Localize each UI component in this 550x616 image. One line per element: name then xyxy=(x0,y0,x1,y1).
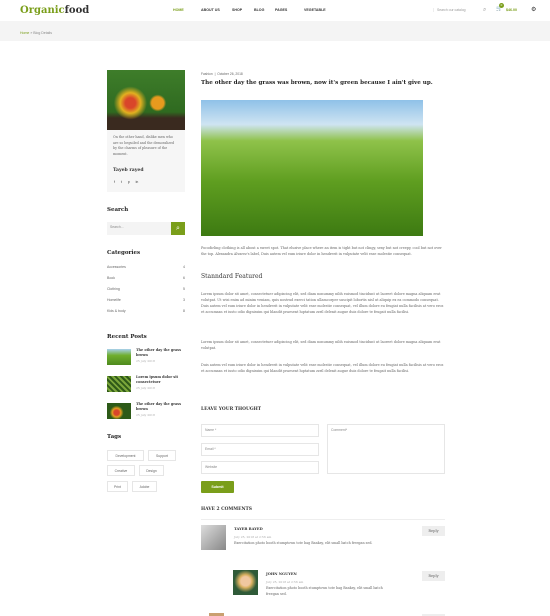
cart-total: $46.00 xyxy=(506,8,517,12)
logo[interactable]: Organicfood xyxy=(20,5,89,16)
divider xyxy=(201,519,445,520)
recent-post-thumb[interactable] xyxy=(107,403,131,419)
tag[interactable]: Design xyxy=(139,465,164,476)
search-title: Search xyxy=(107,207,129,213)
breadcrumb-band xyxy=(0,21,550,41)
category-item[interactable]: Homelife 3 xyxy=(107,298,185,309)
website-field[interactable]: Website xyxy=(201,461,319,474)
breadcrumb: Home » Blog Details xyxy=(20,31,52,35)
comment-text: Exercitation photo booth stumptown tote … xyxy=(234,541,373,545)
reply-button[interactable]: Reply xyxy=(422,526,445,536)
settings-icon[interactable]: ⚙ xyxy=(531,6,536,13)
post-featured-image xyxy=(201,100,423,236)
nav-pages[interactable]: PAGES xyxy=(275,8,287,12)
post-meta: Fashion | October 26, 2018 xyxy=(201,72,243,76)
author-image xyxy=(107,70,185,130)
category-item[interactable]: Clothing 5 xyxy=(107,287,185,298)
commenter-name: TAYEB RAYED xyxy=(234,527,263,531)
site-header: Organicfood HOME ABOUT US SHOP BLOG PAGE… xyxy=(0,0,550,21)
recent-post-date: 25 july 2018 xyxy=(136,359,155,363)
comment-text: Exercitation photo booth stumptown tote … xyxy=(266,586,383,596)
category-item[interactable]: Accessories 4 xyxy=(107,265,185,276)
pinterest-icon: p xyxy=(127,180,130,184)
recent-post-title[interactable]: Lorem ipsum dolor sit consectetuer xyxy=(136,375,186,385)
email-field[interactable]: Email * xyxy=(201,443,319,456)
comments-title: HAVE 2 COMMENTS xyxy=(201,507,252,512)
tag[interactable]: Creative xyxy=(107,465,135,476)
commenter-avatar xyxy=(201,525,226,550)
categories-title: Categories xyxy=(107,250,141,256)
search-button[interactable]: ⌕ xyxy=(171,222,185,235)
post-category[interactable]: Fashion xyxy=(201,72,213,76)
cart-count: 0 xyxy=(499,3,504,8)
social-icons[interactable]: f t p in xyxy=(114,180,138,184)
recent-posts-title: Recent Posts xyxy=(107,334,147,340)
post-paragraph: Lorem ipsum dolor sit amet, consectetuer… xyxy=(201,340,441,350)
comment-date: July 25, 2018 at 2:56 am xyxy=(266,580,304,584)
post-paragraph: Duis autem vel eum iriure dolor in hendr… xyxy=(201,363,444,373)
post-subheading: Stanndard Featured xyxy=(201,273,263,280)
twitter-icon: t xyxy=(120,180,122,184)
post-paragraph: Lorem ipsum dolor sit amet, consectetuer… xyxy=(201,292,444,314)
post-intro: Pocodirling clothing is all about a swee… xyxy=(201,246,442,256)
tag[interactable]: Support xyxy=(148,450,176,461)
linkedin-icon: in xyxy=(135,180,139,184)
recent-post-thumb[interactable] xyxy=(107,376,131,392)
recent-post-date: 25 july 2018 xyxy=(136,386,155,390)
category-item[interactable]: Kids & body 8 xyxy=(107,309,185,320)
author-bio: On the other hand, dislike men who are s… xyxy=(113,135,175,156)
nav-blog[interactable]: BLOG xyxy=(254,8,264,12)
form-title: LEAVE YOUR THOUGHT xyxy=(201,407,262,412)
sidebar-search-input[interactable]: Search... xyxy=(107,222,171,235)
comment-field[interactable]: Comment* xyxy=(327,424,445,474)
recent-post-title[interactable]: The other day the grass brown xyxy=(136,402,186,412)
submit-button[interactable]: Submit xyxy=(201,481,234,493)
recent-post-thumb[interactable] xyxy=(107,349,131,365)
post-date: October 26, 2018 xyxy=(217,72,243,76)
facebook-icon: f xyxy=(114,180,115,184)
tag[interactable]: Print xyxy=(107,481,128,492)
commenter-name: JOHN NGUYEN xyxy=(266,572,297,576)
reply-button[interactable]: Reply xyxy=(422,571,445,581)
nav-about[interactable]: ABOUT US xyxy=(201,8,220,12)
recent-post-date: 25 july 2018 xyxy=(136,413,155,417)
tags-title: Tags xyxy=(107,434,122,440)
search-icon[interactable]: ⌕ xyxy=(483,6,486,14)
categories-list: Accessories 4 Book 6 Clothing 5 Homelife 3 K… xyxy=(107,265,185,320)
category-item[interactable]: Book 6 xyxy=(107,276,185,287)
nav-home[interactable]: HOME xyxy=(173,8,184,12)
post-title: The other day the grass was brown, now i… xyxy=(201,80,433,86)
comment-date: July 25, 2018 at 2:56 am xyxy=(234,535,272,539)
recent-post-title[interactable]: The other day the grass brown xyxy=(136,348,186,358)
tag[interactable]: Adobe xyxy=(132,481,157,492)
search-input[interactable]: Search our catalog xyxy=(433,8,465,12)
commenter-avatar xyxy=(233,570,258,595)
author-name: Tayeb rayed xyxy=(113,168,144,173)
nav-shop[interactable]: SHOP xyxy=(232,8,242,12)
name-field[interactable]: Name * xyxy=(201,424,319,437)
nav-vegetable[interactable]: VEGETABLE xyxy=(304,8,326,12)
tag[interactable]: Development xyxy=(107,450,144,461)
